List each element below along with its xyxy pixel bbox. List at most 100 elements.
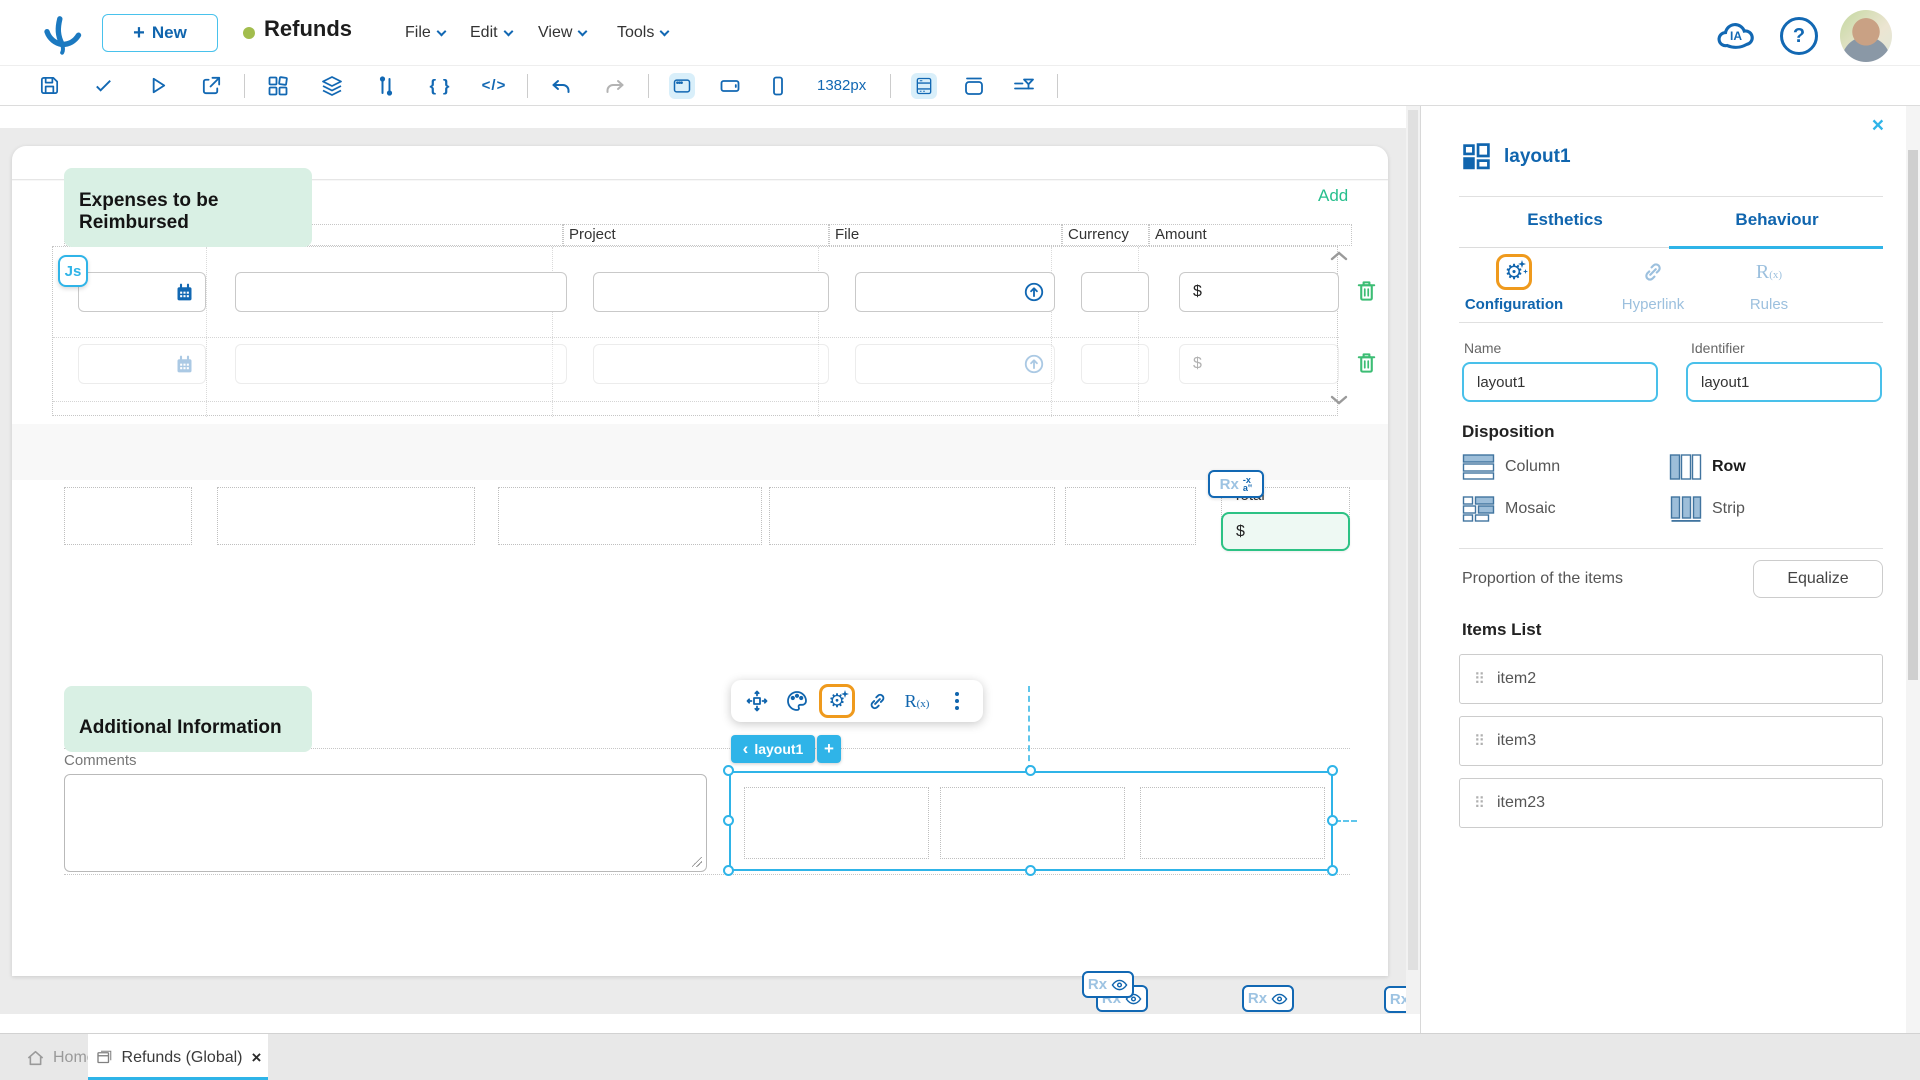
resize-handle[interactable] xyxy=(692,857,702,867)
equalize-button[interactable]: Equalize xyxy=(1753,560,1883,598)
new-button[interactable]: + New xyxy=(102,14,218,52)
section-title-additional[interactable]: Additional Information xyxy=(64,686,312,752)
breadcrumb-layout1[interactable]: ‹ layout1 xyxy=(731,735,815,763)
variables-icon[interactable]: { } xyxy=(427,73,453,99)
menu-view[interactable]: View xyxy=(538,24,588,42)
identifier-input[interactable]: layout1 xyxy=(1686,362,1882,402)
more-options-icon[interactable] xyxy=(939,684,975,718)
grid-scroll-down-icon[interactable] xyxy=(1330,394,1348,406)
menu-tools[interactable]: Tools xyxy=(617,24,670,42)
resize-handle[interactable] xyxy=(1025,765,1036,776)
column-header-file[interactable]: File xyxy=(829,224,1062,246)
layout-rows-icon[interactable] xyxy=(911,72,938,99)
close-tab-icon[interactable]: × xyxy=(252,1048,262,1068)
selected-layout1[interactable] xyxy=(729,771,1333,871)
menu-file[interactable]: File xyxy=(405,24,447,42)
close-panel-icon[interactable]: × xyxy=(1872,114,1884,138)
project-input[interactable] xyxy=(593,344,829,384)
calendar-icon[interactable] xyxy=(174,282,195,303)
name-input[interactable]: layout1 xyxy=(1462,362,1658,402)
currency-input[interactable] xyxy=(1081,344,1149,384)
style-palette-icon[interactable] xyxy=(779,684,815,718)
user-avatar[interactable] xyxy=(1840,10,1892,62)
concept-input[interactable] xyxy=(235,272,567,312)
rules-icon[interactable]: R(x) xyxy=(899,684,935,718)
disposition-strip[interactable]: Strip xyxy=(1669,496,1745,522)
upload-icon[interactable] xyxy=(1023,281,1045,303)
phone-view-icon[interactable] xyxy=(765,73,791,99)
resize-handle[interactable] xyxy=(1327,865,1338,876)
move-tool-icon[interactable] xyxy=(739,684,775,718)
disposition-row[interactable]: Row xyxy=(1669,454,1746,480)
layout-cell[interactable] xyxy=(1065,487,1196,545)
total-input[interactable]: $ xyxy=(1221,512,1350,551)
layout-cell[interactable] xyxy=(217,487,475,545)
components-icon[interactable] xyxy=(265,73,291,99)
configuration-gear-icon[interactable]: ⚙ xyxy=(819,684,855,718)
project-input[interactable] xyxy=(593,272,829,312)
rename-expression-badge[interactable]: Rx -x a‟ xyxy=(1208,470,1264,498)
layout-cell[interactable] xyxy=(498,487,762,545)
resize-handle[interactable] xyxy=(723,815,734,826)
layout-cell[interactable] xyxy=(769,487,1055,545)
scrollbar-thumb[interactable] xyxy=(1908,150,1918,680)
column-header-amount[interactable]: Amount xyxy=(1149,224,1352,246)
column-header-currency[interactable]: Currency xyxy=(1062,224,1149,246)
validate-icon[interactable] xyxy=(90,73,116,99)
disposition-column[interactable]: Column xyxy=(1462,454,1560,480)
amount-input[interactable]: $ xyxy=(1179,344,1339,384)
layout1-item-cell[interactable] xyxy=(940,787,1125,859)
hyperlink-icon[interactable] xyxy=(859,684,895,718)
amount-input[interactable]: $ xyxy=(1179,272,1339,312)
help-icon[interactable]: ? xyxy=(1780,17,1818,55)
delete-row-icon[interactable] xyxy=(1355,350,1378,376)
layout1-item-cell[interactable] xyxy=(1140,787,1325,859)
resize-handle[interactable] xyxy=(723,865,734,876)
visibility-expression-badge[interactable]: Rx xyxy=(1082,971,1134,998)
comments-textarea[interactable] xyxy=(64,774,707,872)
file-input[interactable] xyxy=(855,272,1055,312)
date-input[interactable] xyxy=(78,344,206,384)
subtab-hyperlink[interactable]: Hyperlink xyxy=(1593,254,1713,313)
subtab-rules[interactable]: R(x) Rules xyxy=(1709,254,1829,314)
canvas-vertical-scrollbar[interactable] xyxy=(1406,106,1420,1014)
disposition-mosaic[interactable]: Mosaic xyxy=(1462,496,1556,522)
drag-handle-icon[interactable]: ⠿ xyxy=(1474,670,1485,688)
delete-row-icon[interactable] xyxy=(1355,278,1378,304)
resize-handle[interactable] xyxy=(1327,765,1338,776)
subtab-configuration[interactable]: ⚙ Configuration xyxy=(1454,254,1574,313)
panel-scrollbar[interactable] xyxy=(1906,106,1920,1033)
tab-esthetics[interactable]: Esthetics xyxy=(1459,210,1671,230)
concept-input[interactable] xyxy=(235,344,567,384)
save-icon[interactable] xyxy=(36,73,62,99)
flow-icon[interactable] xyxy=(373,73,399,99)
currency-input[interactable] xyxy=(1081,272,1149,312)
drag-handle-icon[interactable]: ⠿ xyxy=(1474,794,1485,812)
layout-cell[interactable] xyxy=(64,487,192,545)
ai-assistant-icon[interactable]: IA xyxy=(1714,14,1758,58)
section-title-expenses[interactable]: Expenses to be Reimbursed xyxy=(64,168,312,247)
layout-header-icon[interactable] xyxy=(961,73,987,99)
layout1-item-cell[interactable] xyxy=(744,787,929,859)
share-icon[interactable] xyxy=(198,73,224,99)
resize-handle[interactable] xyxy=(723,765,734,776)
tab-refunds-global[interactable]: Refunds (Global) × xyxy=(88,1034,268,1080)
date-input[interactable] xyxy=(78,272,206,312)
column-header-project[interactable]: Project xyxy=(563,224,829,246)
file-input[interactable] xyxy=(855,344,1055,384)
grid-scroll-up-icon[interactable] xyxy=(1330,250,1348,262)
design-canvas[interactable]: Expenses to be Reimbursed Add Date Conce… xyxy=(0,106,1420,1014)
tablet-view-icon[interactable] xyxy=(717,73,743,99)
resize-handle[interactable] xyxy=(1025,865,1036,876)
item-row-item3[interactable]: ⠿ item3 xyxy=(1459,716,1883,766)
menu-edit[interactable]: Edit xyxy=(470,24,514,42)
redo-icon[interactable] xyxy=(602,73,628,99)
js-event-badge[interactable]: Js xyxy=(58,255,88,287)
scrollbar-thumb[interactable] xyxy=(1408,110,1418,970)
source-code-icon[interactable]: </> xyxy=(481,73,507,99)
visibility-expression-badge[interactable]: Rx xyxy=(1242,985,1294,1012)
add-item-button[interactable]: + xyxy=(817,735,841,763)
grid-add-button[interactable]: Add xyxy=(1318,186,1348,206)
layers-icon[interactable] xyxy=(319,73,345,99)
drag-handle-icon[interactable]: ⠿ xyxy=(1474,732,1485,750)
